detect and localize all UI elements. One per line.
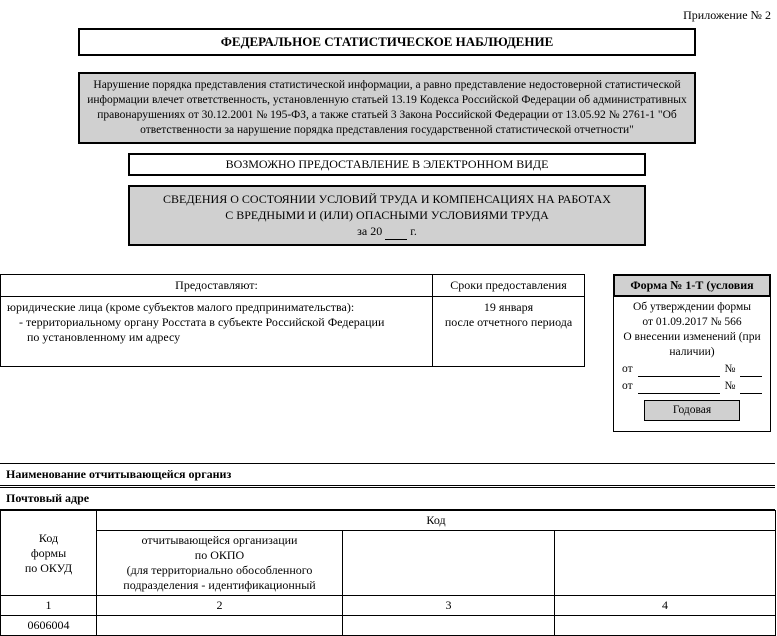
ot-label-2: от	[622, 379, 636, 394]
present-body-right: 19 января после отчетного периода	[433, 297, 585, 367]
ot-blank-2	[638, 382, 720, 394]
present-header-right: Сроки предоставления	[433, 275, 585, 297]
code-header: Код	[97, 511, 776, 531]
okpo-l4: подразделения - идентификационный	[101, 578, 338, 593]
report-title-box: СВЕДЕНИЯ О СОСТОЯНИИ УСЛОВИЙ ТРУДА И КОМ…	[128, 185, 646, 246]
electronic-notice: ВОЗМОЖНО ПРЕДОСТАВЛЕНИЕ В ЭЛЕКТРОННОМ ВИ…	[128, 153, 646, 176]
present-body-left: юридические лица (кроме субъектов малого…	[1, 297, 433, 367]
code3-value	[343, 616, 555, 636]
code-table: Код формы по ОКУД Код отчитывающейся орг…	[0, 510, 776, 636]
num-blank-1	[740, 365, 762, 377]
colnum-2: 2	[97, 596, 343, 616]
okud-header: Код формы по ОКУД	[1, 511, 97, 596]
annual-badge: Годовая	[644, 400, 740, 421]
colnum-3: 3	[343, 596, 555, 616]
form-change-row-2: от №	[618, 379, 766, 394]
year-prefix: за 20	[357, 224, 382, 238]
report-title-line2: С ВРЕДНЫМИ И (ИЛИ) ОПАСНЫМИ УСЛОВИЯМИ ТР…	[132, 207, 642, 223]
postal-address-label: Почтовый адре	[0, 488, 95, 509]
form-approval-l1: Об утверждении формы	[618, 300, 766, 315]
okpo-value	[97, 616, 343, 636]
okud-l1: Код	[5, 531, 92, 546]
okud-value: 0606004	[1, 616, 97, 636]
code4-value	[555, 616, 776, 636]
ot-label-1: от	[622, 362, 636, 377]
present-right-l1: 19 января	[439, 300, 578, 315]
report-title-line1: СВЕДЕНИЯ О СОСТОЯНИИ УСЛОВИЙ ТРУДА И КОМ…	[132, 191, 642, 207]
postal-address-value	[95, 488, 775, 509]
org-name-value	[237, 464, 775, 485]
okpo-l1: отчитывающейся организации	[101, 533, 338, 548]
num-blank-2	[740, 382, 762, 394]
present-left-l3: по установленному им адресу	[7, 330, 426, 345]
present-left-l1: юридические лица (кроме субъектов малого…	[7, 300, 426, 315]
okud-l3: по ОКУД	[5, 561, 92, 576]
present-header-left: Предоставляют:	[1, 275, 433, 297]
postal-address-row: Почтовый адре	[0, 487, 775, 510]
warning-text: Нарушение порядка представления статисти…	[78, 72, 696, 144]
org-name-label: Наименование отчитывающейся организ	[0, 464, 237, 485]
present-left-l2: - территориальному органу Росстата в суб…	[7, 315, 426, 330]
main-title: ФЕДЕРАЛЬНОЕ СТАТИСТИЧЕСКОЕ НАБЛЮДЕНИЕ	[78, 28, 696, 56]
colnum-1: 1	[1, 596, 97, 616]
okpo-l2: по ОКПО	[101, 548, 338, 563]
code-col3-header	[343, 531, 555, 596]
colnum-4: 4	[555, 596, 776, 616]
code-col4-header	[555, 531, 776, 596]
year-suffix: г.	[410, 224, 417, 238]
form-change-row-1: от №	[618, 362, 766, 377]
present-right-l2: после отчетного периода	[439, 315, 578, 330]
presentation-table: Предоставляют: Сроки предоставления юрид…	[0, 274, 585, 367]
appendix-label: Приложение № 2	[683, 8, 771, 23]
ot-blank-1	[638, 365, 720, 377]
form-number-box: Форма № 1-Т (условия Об утверждении форм…	[613, 274, 771, 432]
form-changes: О внесении изменений (при наличии)	[618, 330, 766, 360]
form-number-header: Форма № 1-Т (условия	[613, 274, 771, 297]
num-label-1: №	[722, 362, 738, 377]
year-blank	[385, 228, 407, 240]
form-approval-l2: от 01.09.2017 № 566	[618, 315, 766, 330]
num-label-2: №	[722, 379, 738, 394]
okpo-header: отчитывающейся организации по ОКПО (для …	[97, 531, 343, 596]
org-name-row: Наименование отчитывающейся организ	[0, 463, 775, 486]
okpo-l3: (для территориально обособленного	[101, 563, 338, 578]
report-year-line: за 20 г.	[132, 223, 642, 239]
form-number-body: Об утверждении формы от 01.09.2017 № 566…	[613, 297, 771, 432]
okud-l2: формы	[5, 546, 92, 561]
